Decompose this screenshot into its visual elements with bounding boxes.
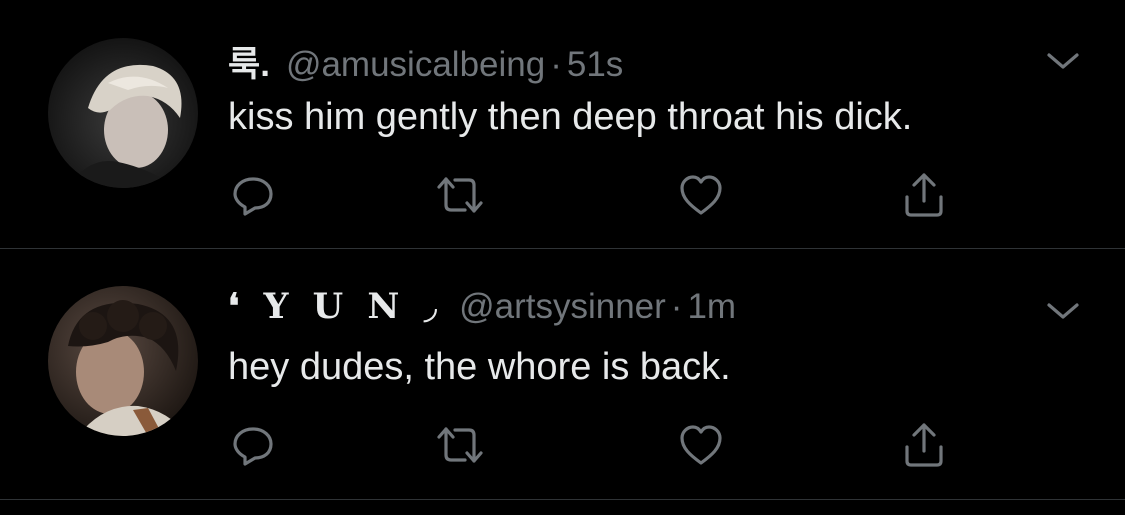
- user-handle[interactable]: @artsysinner: [459, 287, 666, 327]
- retweet-button[interactable]: [435, 170, 485, 220]
- separator-dot: ·: [670, 287, 683, 326]
- reply-button[interactable]: [228, 170, 278, 220]
- reply-button[interactable]: [228, 420, 278, 470]
- like-button[interactable]: [676, 170, 726, 220]
- tweet-header: 룩. @amusicalbeing · 51s: [228, 36, 623, 84]
- share-icon: [905, 423, 943, 467]
- tweet-actions: [0, 420, 1125, 470]
- tweet-2[interactable]: ❛ Y U N ◞ @artsysinner · 1m hey dudes, t…: [0, 250, 1125, 500]
- tweet-menu-button[interactable]: [1043, 46, 1083, 76]
- heart-icon: [680, 425, 722, 465]
- tweet-header: ❛ Y U N ◞ @artsysinner · 1m: [228, 286, 736, 330]
- display-name[interactable]: 룩.: [228, 36, 270, 87]
- retweet-icon: [437, 177, 483, 213]
- separator-dot: ·: [550, 45, 562, 84]
- chevron-down-icon: [1047, 53, 1079, 69]
- avatar-image: [48, 286, 198, 436]
- share-button[interactable]: [899, 170, 949, 220]
- tweet-text: kiss him gently then deep throat his dic…: [228, 96, 913, 138]
- chevron-down-icon: [1047, 303, 1079, 319]
- tweet-menu-button[interactable]: [1043, 296, 1083, 326]
- tweet-text: hey dudes, the whore is back.: [228, 346, 731, 388]
- tweet-1[interactable]: 룩. @amusicalbeing · 51s kiss him gently …: [0, 0, 1125, 249]
- timestamp[interactable]: 1m: [687, 287, 736, 327]
- retweet-icon: [437, 427, 483, 463]
- display-name[interactable]: ❛ Y U N ◞: [228, 286, 443, 327]
- avatar[interactable]: [48, 38, 198, 188]
- retweet-button[interactable]: [435, 420, 485, 470]
- avatar-image: [48, 38, 198, 188]
- timestamp[interactable]: 51s: [567, 45, 623, 85]
- user-handle[interactable]: @amusicalbeing: [286, 45, 545, 85]
- share-icon: [905, 173, 943, 217]
- share-button[interactable]: [899, 420, 949, 470]
- avatar[interactable]: [48, 286, 198, 436]
- like-button[interactable]: [676, 420, 726, 470]
- heart-icon: [680, 175, 722, 215]
- tweet-actions: [0, 170, 1125, 220]
- reply-icon: [233, 177, 273, 216]
- reply-icon: [233, 427, 273, 466]
